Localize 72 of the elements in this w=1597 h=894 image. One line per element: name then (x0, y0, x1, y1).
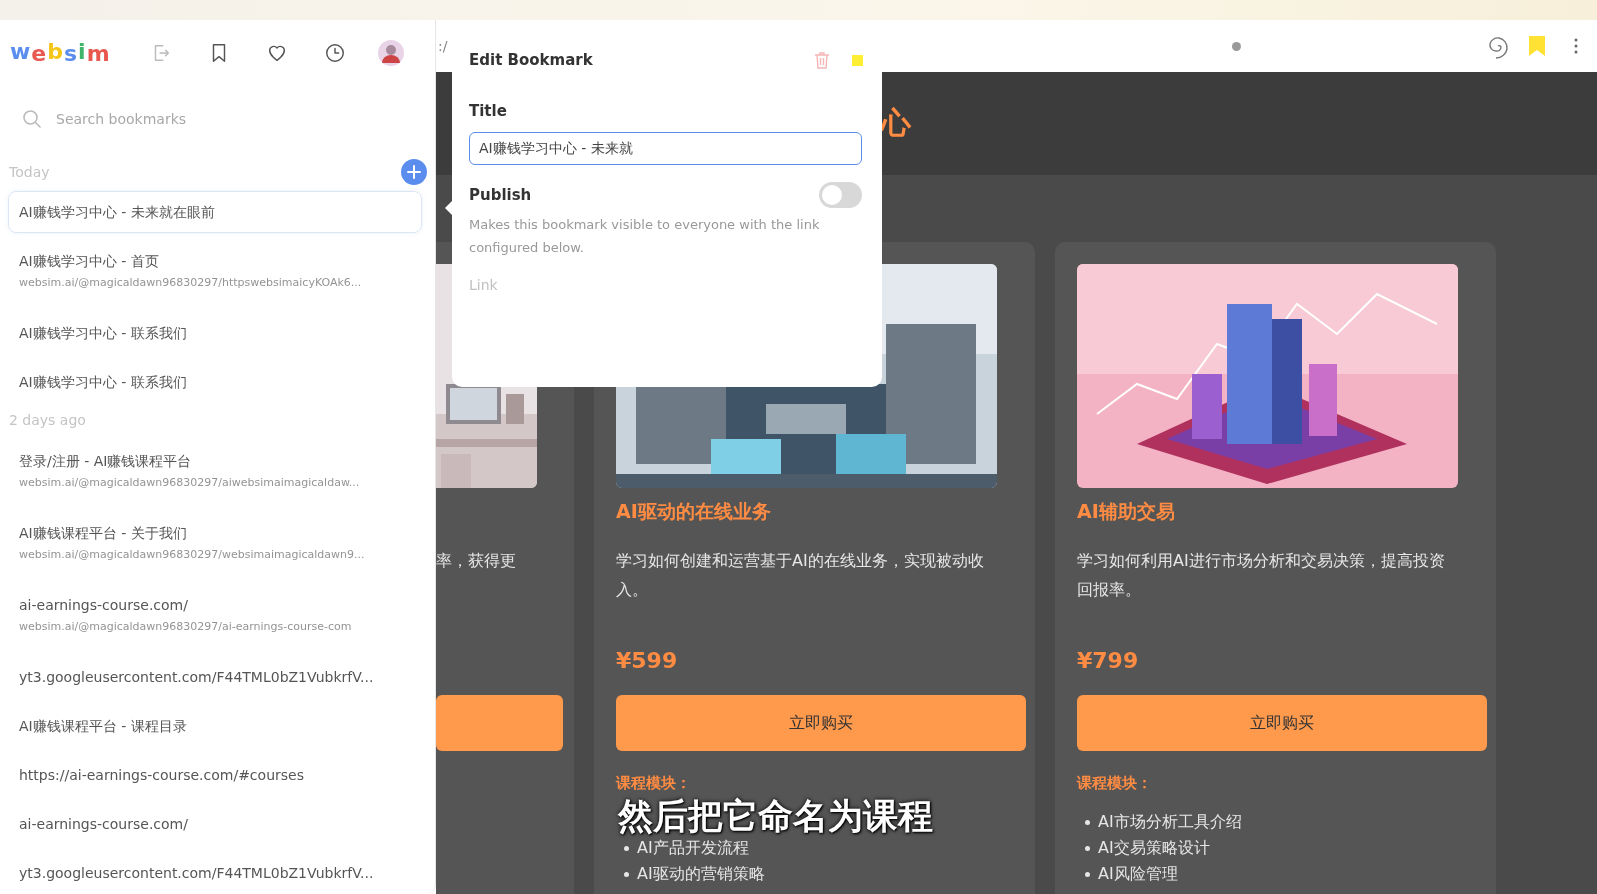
bullet-icon (1085, 845, 1090, 851)
card-description: 学习如何创建和运营基于AI的在线业务，实现被动收入。 (616, 550, 985, 601)
bullet-icon (1085, 871, 1090, 877)
bookmark-item[interactable]: AI赚钱学习中心 - 未来就在眼前 (8, 190, 422, 233)
bookmark-title: https://ai-earnings-course.com/#courses (19, 766, 305, 785)
group-label: Today (9, 164, 50, 181)
bookmark-title: AI赚钱学习中心 - 首页 (19, 251, 160, 271)
bookmark-item[interactable]: yt3.googleusercontent.com/F44TML0bZ1VubkrfV... (8, 852, 422, 894)
bookmark-title: ai-earnings-course.com/ (19, 815, 189, 834)
price: ¥599 (616, 646, 679, 675)
group-label: 2 days ago (9, 412, 86, 429)
bookmark-url: websim.ai/@magicaldawn96830297/websimaimagicaldawn9... (19, 547, 366, 563)
module-item: AI产品开发流程 (637, 837, 749, 859)
buy-button[interactable]: 立即购买 (616, 695, 1026, 751)
bookmark-title: AI赚钱课程平台 - 关于我们 (19, 524, 188, 543)
card-description: 学习如何利用AI进行市场分析和交易决策，提高投资回报率。 (1077, 550, 1446, 601)
bookmark-item[interactable]: ai-earnings-course.com/ websim.ai/@magicaldawn96830297/ai-earnings-course-com (8, 584, 422, 649)
modules-label: 课程模块： (616, 773, 692, 794)
more-icon[interactable] (1573, 37, 1579, 55)
modules-label: 课程模块： (1077, 773, 1153, 794)
card-description: 率，获得更 (436, 550, 517, 572)
publish-toggle[interactable] (819, 182, 862, 208)
popup-title: Edit Bookmark (469, 51, 594, 69)
color-swatch[interactable] (852, 54, 863, 66)
bookmark-item[interactable]: AI赚钱学习中心 - 联系我们 (8, 311, 422, 354)
logo[interactable]: websim (10, 40, 120, 66)
module-item: AI市场分析工具介绍 (1098, 811, 1242, 833)
bookmark-item[interactable]: AI赚钱学习中心 - 联系我们 (8, 360, 422, 403)
card-title: AI辅助交易 (1077, 499, 1176, 524)
field-label: Publish (469, 185, 532, 205)
bookmark-title: 登录/注册 - AI赚钱课程平台 (19, 452, 193, 471)
bookmark-title: yt3.googleusercontent.com/F44TML0bZ1VubkrfV... (19, 864, 375, 883)
field-label: Title (469, 101, 508, 121)
clock-icon[interactable] (324, 42, 346, 64)
bookmark-title: AI赚钱学习中心 - 联系我们 (19, 323, 188, 343)
bookmark-item[interactable]: AI赚钱学习中心 - 首页 websim.ai/@magicaldawn96830297/httpswebsimaicyKOAk6... (8, 239, 422, 305)
bookmark-item[interactable]: 登录/注册 - AI赚钱课程平台 websim.ai/@magicaldawn96830297/aiwebsimaimagicaldaw... (8, 440, 422, 505)
field-label: Link (469, 277, 499, 293)
bookmark-item[interactable]: https://ai-earnings-course.com/#courses (8, 754, 422, 796)
video-caption: 然后把它命名为课程 (618, 797, 933, 835)
bookmark-url: websim.ai/@magicaldawn96830297/httpswebsimaicyKOAk6... (19, 274, 363, 291)
trash-icon[interactable] (814, 51, 830, 69)
avatar-icon[interactable] (378, 40, 404, 66)
bookmark-title: yt3.googleusercontent.com/F44TML0bZ1VubkrfV... (19, 668, 375, 687)
bookmark-item[interactable]: AI赚钱课程平台 - 关于我们 websim.ai/@magicaldawn96830297/websimaimagicaldawn9... (8, 512, 422, 577)
bullet-icon (624, 871, 629, 877)
url-text: :/ (438, 38, 449, 54)
module-item: AI交易策略设计 (1098, 837, 1210, 859)
price: ¥799 (1077, 646, 1140, 675)
bookmark-item[interactable]: yt3.googleusercontent.com/F44TML0bZ1VubkrfV... (8, 656, 422, 698)
bullet-icon (624, 845, 629, 851)
module-item: AI驱动的营销策略 (637, 863, 765, 885)
bookmark-item[interactable]: AI赚钱课程平台 - 课程目录 (8, 705, 422, 747)
add-button[interactable] (401, 159, 427, 186)
bookmark-url: websim.ai/@magicaldawn96830297/ai-earnings-course-com (19, 619, 353, 635)
buy-button[interactable]: 立即购买 (1077, 695, 1487, 751)
search-icon (22, 109, 42, 129)
page-title: 心 (881, 104, 911, 142)
bookmark-title: AI赚钱学习中心 - 未来就在眼前 (19, 202, 216, 222)
search-field[interactable]: Search bookmarks (54, 110, 354, 128)
module-item: AI风险管理 (1098, 863, 1178, 885)
bookmark-title: AI赚钱课程平台 - 课程目录 (19, 717, 188, 736)
dot-icon (1232, 41, 1241, 51)
card-title: AI驱动的在线业务 (616, 499, 772, 524)
title-field[interactable]: AI赚钱学习中心 - 未来就 (469, 132, 862, 165)
bookmark-title: AI赚钱学习中心 - 联系我们 (19, 372, 188, 392)
plus-icon (407, 165, 421, 180)
bullet-icon (1085, 819, 1090, 825)
bookmark-url: websim.ai/@magicaldawn96830297/aiwebsimaimagicaldaw... (19, 475, 361, 491)
bookmark-item[interactable]: ai-earnings-course.com/ (8, 803, 422, 845)
publish-description: Makes this bookmark visible to everyone with the link configured below. (469, 216, 821, 257)
bookmark-title: ai-earnings-course.com/ (19, 596, 189, 615)
